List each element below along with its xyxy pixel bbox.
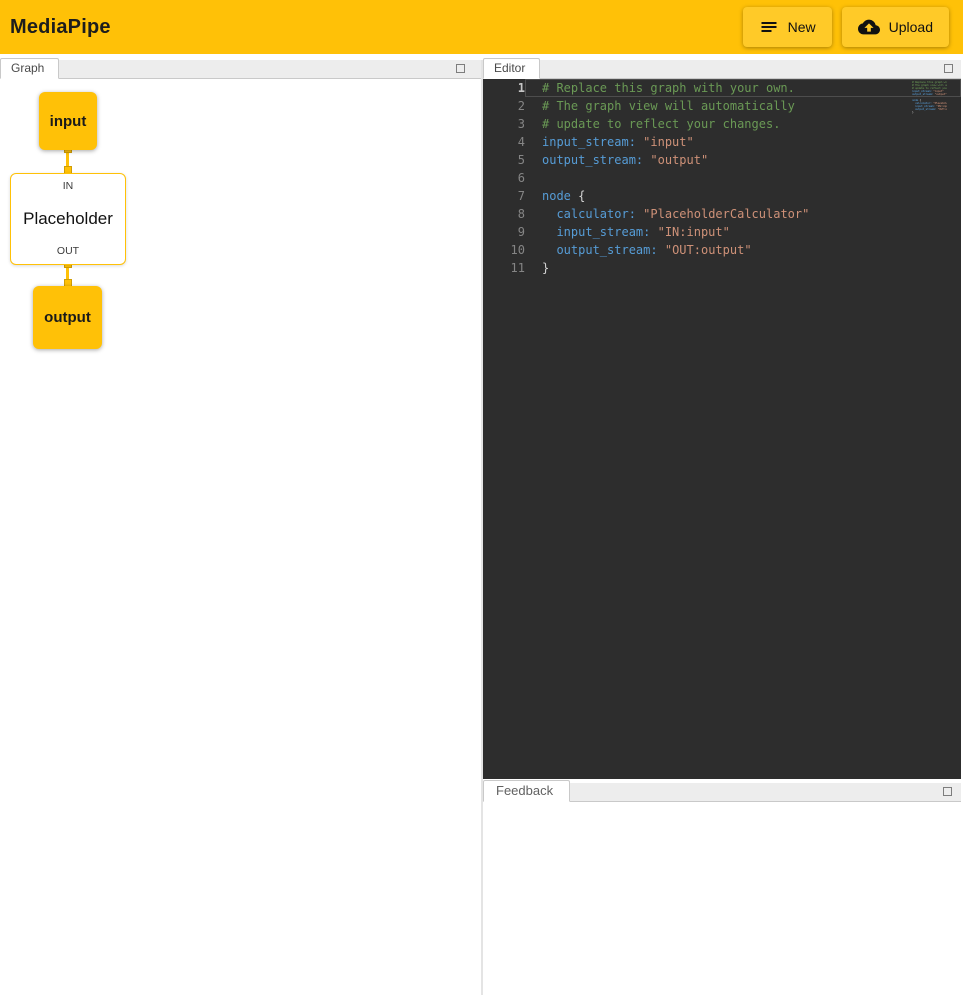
- code-line[interactable]: 4input_stream: "input": [483, 133, 961, 151]
- feedback-popout-icon[interactable]: [943, 787, 952, 796]
- graph-canvas[interactable]: input IN Placeholder OUT output: [0, 79, 481, 995]
- output-node[interactable]: output: [33, 286, 102, 349]
- code-line[interactable]: 2# The graph view will automatically: [483, 97, 961, 115]
- new-button-label: New: [788, 19, 816, 35]
- out-port-label: OUT: [57, 245, 79, 257]
- tab-editor[interactable]: Editor: [483, 58, 540, 79]
- code-line[interactable]: 11}: [483, 259, 961, 277]
- editor-panel: Editor 1# Replace this graph with your o…: [483, 60, 961, 779]
- code-line[interactable]: 5output_stream: "output": [483, 151, 961, 169]
- upload-button-label: Upload: [889, 19, 933, 35]
- tab-editor-label: Editor: [494, 61, 525, 75]
- workspace: Graph input IN Placeholder OUT output: [0, 54, 963, 995]
- in-port-label: IN: [63, 180, 74, 192]
- editor-popout-icon[interactable]: [944, 64, 953, 73]
- new-button[interactable]: New: [743, 7, 832, 47]
- feedback-body: [483, 802, 961, 995]
- cloud-upload-icon: [858, 16, 880, 38]
- code-line[interactable]: 10 output_stream: "OUT:output": [483, 241, 961, 259]
- app-header: MediaPipe New Upload: [0, 0, 963, 54]
- feedback-tabstrip: Feedback: [483, 783, 961, 802]
- code-line[interactable]: 1# Replace this graph with your own.: [483, 79, 961, 97]
- placeholder-node-label: Placeholder: [23, 209, 113, 229]
- placeholder-node[interactable]: IN Placeholder OUT: [10, 173, 126, 265]
- menu-icon: [759, 17, 779, 37]
- graph-tabstrip: Graph: [0, 60, 481, 79]
- app-title: MediaPipe: [10, 16, 111, 39]
- feedback-panel: Feedback: [483, 783, 961, 995]
- tab-feedback-label: Feedback: [496, 783, 553, 798]
- output-node-label: output: [44, 309, 91, 326]
- code-line[interactable]: 3# update to reflect your changes.: [483, 115, 961, 133]
- upload-button[interactable]: Upload: [842, 7, 949, 47]
- editor-lines: 1# Replace this graph with your own.2# T…: [483, 79, 961, 277]
- code-line[interactable]: 7node {: [483, 187, 961, 205]
- input-node-label: input: [50, 113, 87, 130]
- graph-popout-icon[interactable]: [456, 64, 465, 73]
- code-editor[interactable]: 1# Replace this graph with your own.2# T…: [483, 79, 961, 779]
- header-actions: New Upload: [743, 7, 949, 47]
- graph-panel: Graph input IN Placeholder OUT output: [0, 60, 483, 995]
- input-node[interactable]: input: [39, 92, 97, 150]
- editor-tabstrip: Editor: [483, 60, 961, 79]
- right-column: Editor 1# Replace this graph with your o…: [483, 60, 961, 995]
- tab-graph[interactable]: Graph: [0, 58, 59, 79]
- code-line[interactable]: 9 input_stream: "IN:input": [483, 223, 961, 241]
- code-line[interactable]: 8 calculator: "PlaceholderCalculator": [483, 205, 961, 223]
- code-line[interactable]: 6: [483, 169, 961, 187]
- tab-feedback[interactable]: Feedback: [483, 780, 570, 802]
- tab-graph-label: Graph: [11, 61, 44, 75]
